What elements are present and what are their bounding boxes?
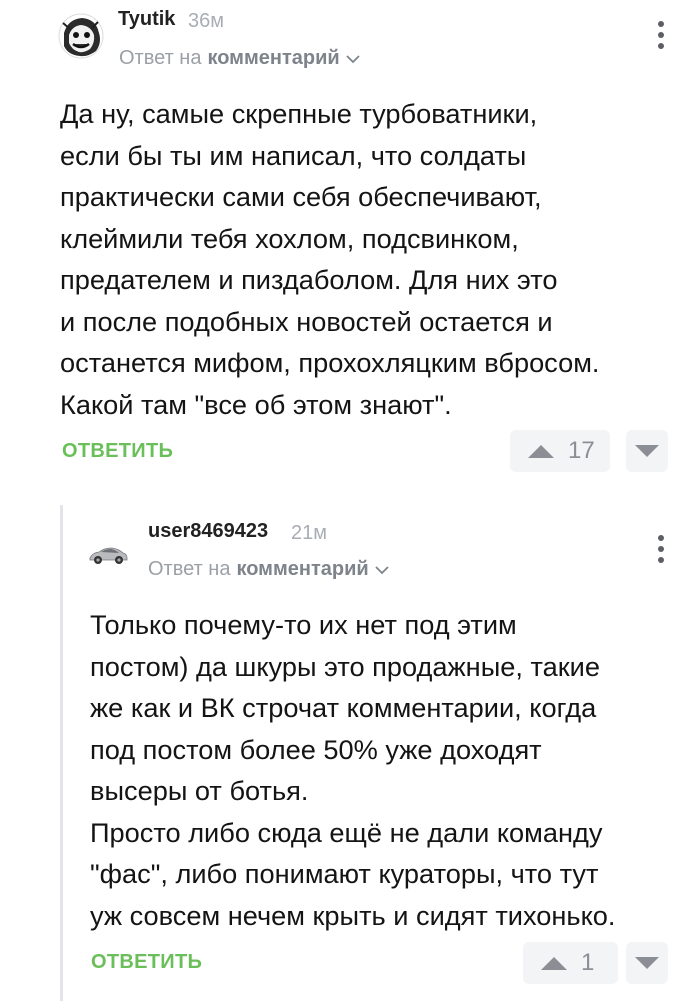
meme-face-avatar-icon[interactable]	[58, 13, 104, 59]
comment-time: 36м	[188, 10, 224, 32]
comment-author[interactable]: user8469423	[148, 520, 268, 543]
arrow-down-icon	[635, 445, 659, 457]
reply-to-link[interactable]: Ответ на комментарий	[148, 558, 389, 581]
upvote-button[interactable]: 17	[510, 430, 610, 472]
arrow-up-icon	[528, 445, 554, 458]
rating-count: 1	[581, 949, 595, 976]
chevron-down-icon	[346, 54, 360, 63]
rating-count: 17	[568, 437, 595, 464]
reply-to-prefix: Ответ на	[119, 47, 202, 69]
reply-to-target: комментарий	[207, 47, 340, 69]
upvote-button[interactable]: 1	[523, 942, 618, 984]
car-avatar-icon[interactable]	[86, 532, 130, 576]
comment-body: Да ну, самые скрепные турбоватники, если…	[60, 98, 600, 420]
comment-author[interactable]: Tyutik	[118, 8, 175, 31]
comment-reply: user8469423 21м Ответ на комментарий Тол…	[0, 500, 700, 1001]
arrow-up-icon	[541, 957, 567, 970]
more-options-icon[interactable]	[654, 535, 668, 563]
arrow-down-icon	[635, 957, 659, 969]
comment-body: Только почему-то их нет под этим постом)…	[90, 609, 616, 931]
reply-button[interactable]: ОТВЕТИТЬ	[91, 951, 202, 974]
reply-to-prefix: Ответ на	[148, 558, 231, 580]
chevron-down-icon	[375, 565, 389, 574]
reply-button[interactable]: ОТВЕТИТЬ	[62, 440, 173, 463]
reply-to-target: комментарий	[236, 558, 369, 580]
comment: Tyutik 36м Ответ на комментарий Да ну, с…	[0, 0, 700, 490]
more-options-icon[interactable]	[654, 21, 668, 49]
reply-to-link[interactable]: Ответ на комментарий	[119, 47, 360, 70]
downvote-button[interactable]	[626, 942, 668, 984]
comment-time: 21м	[291, 522, 327, 544]
downvote-button[interactable]	[626, 430, 668, 472]
